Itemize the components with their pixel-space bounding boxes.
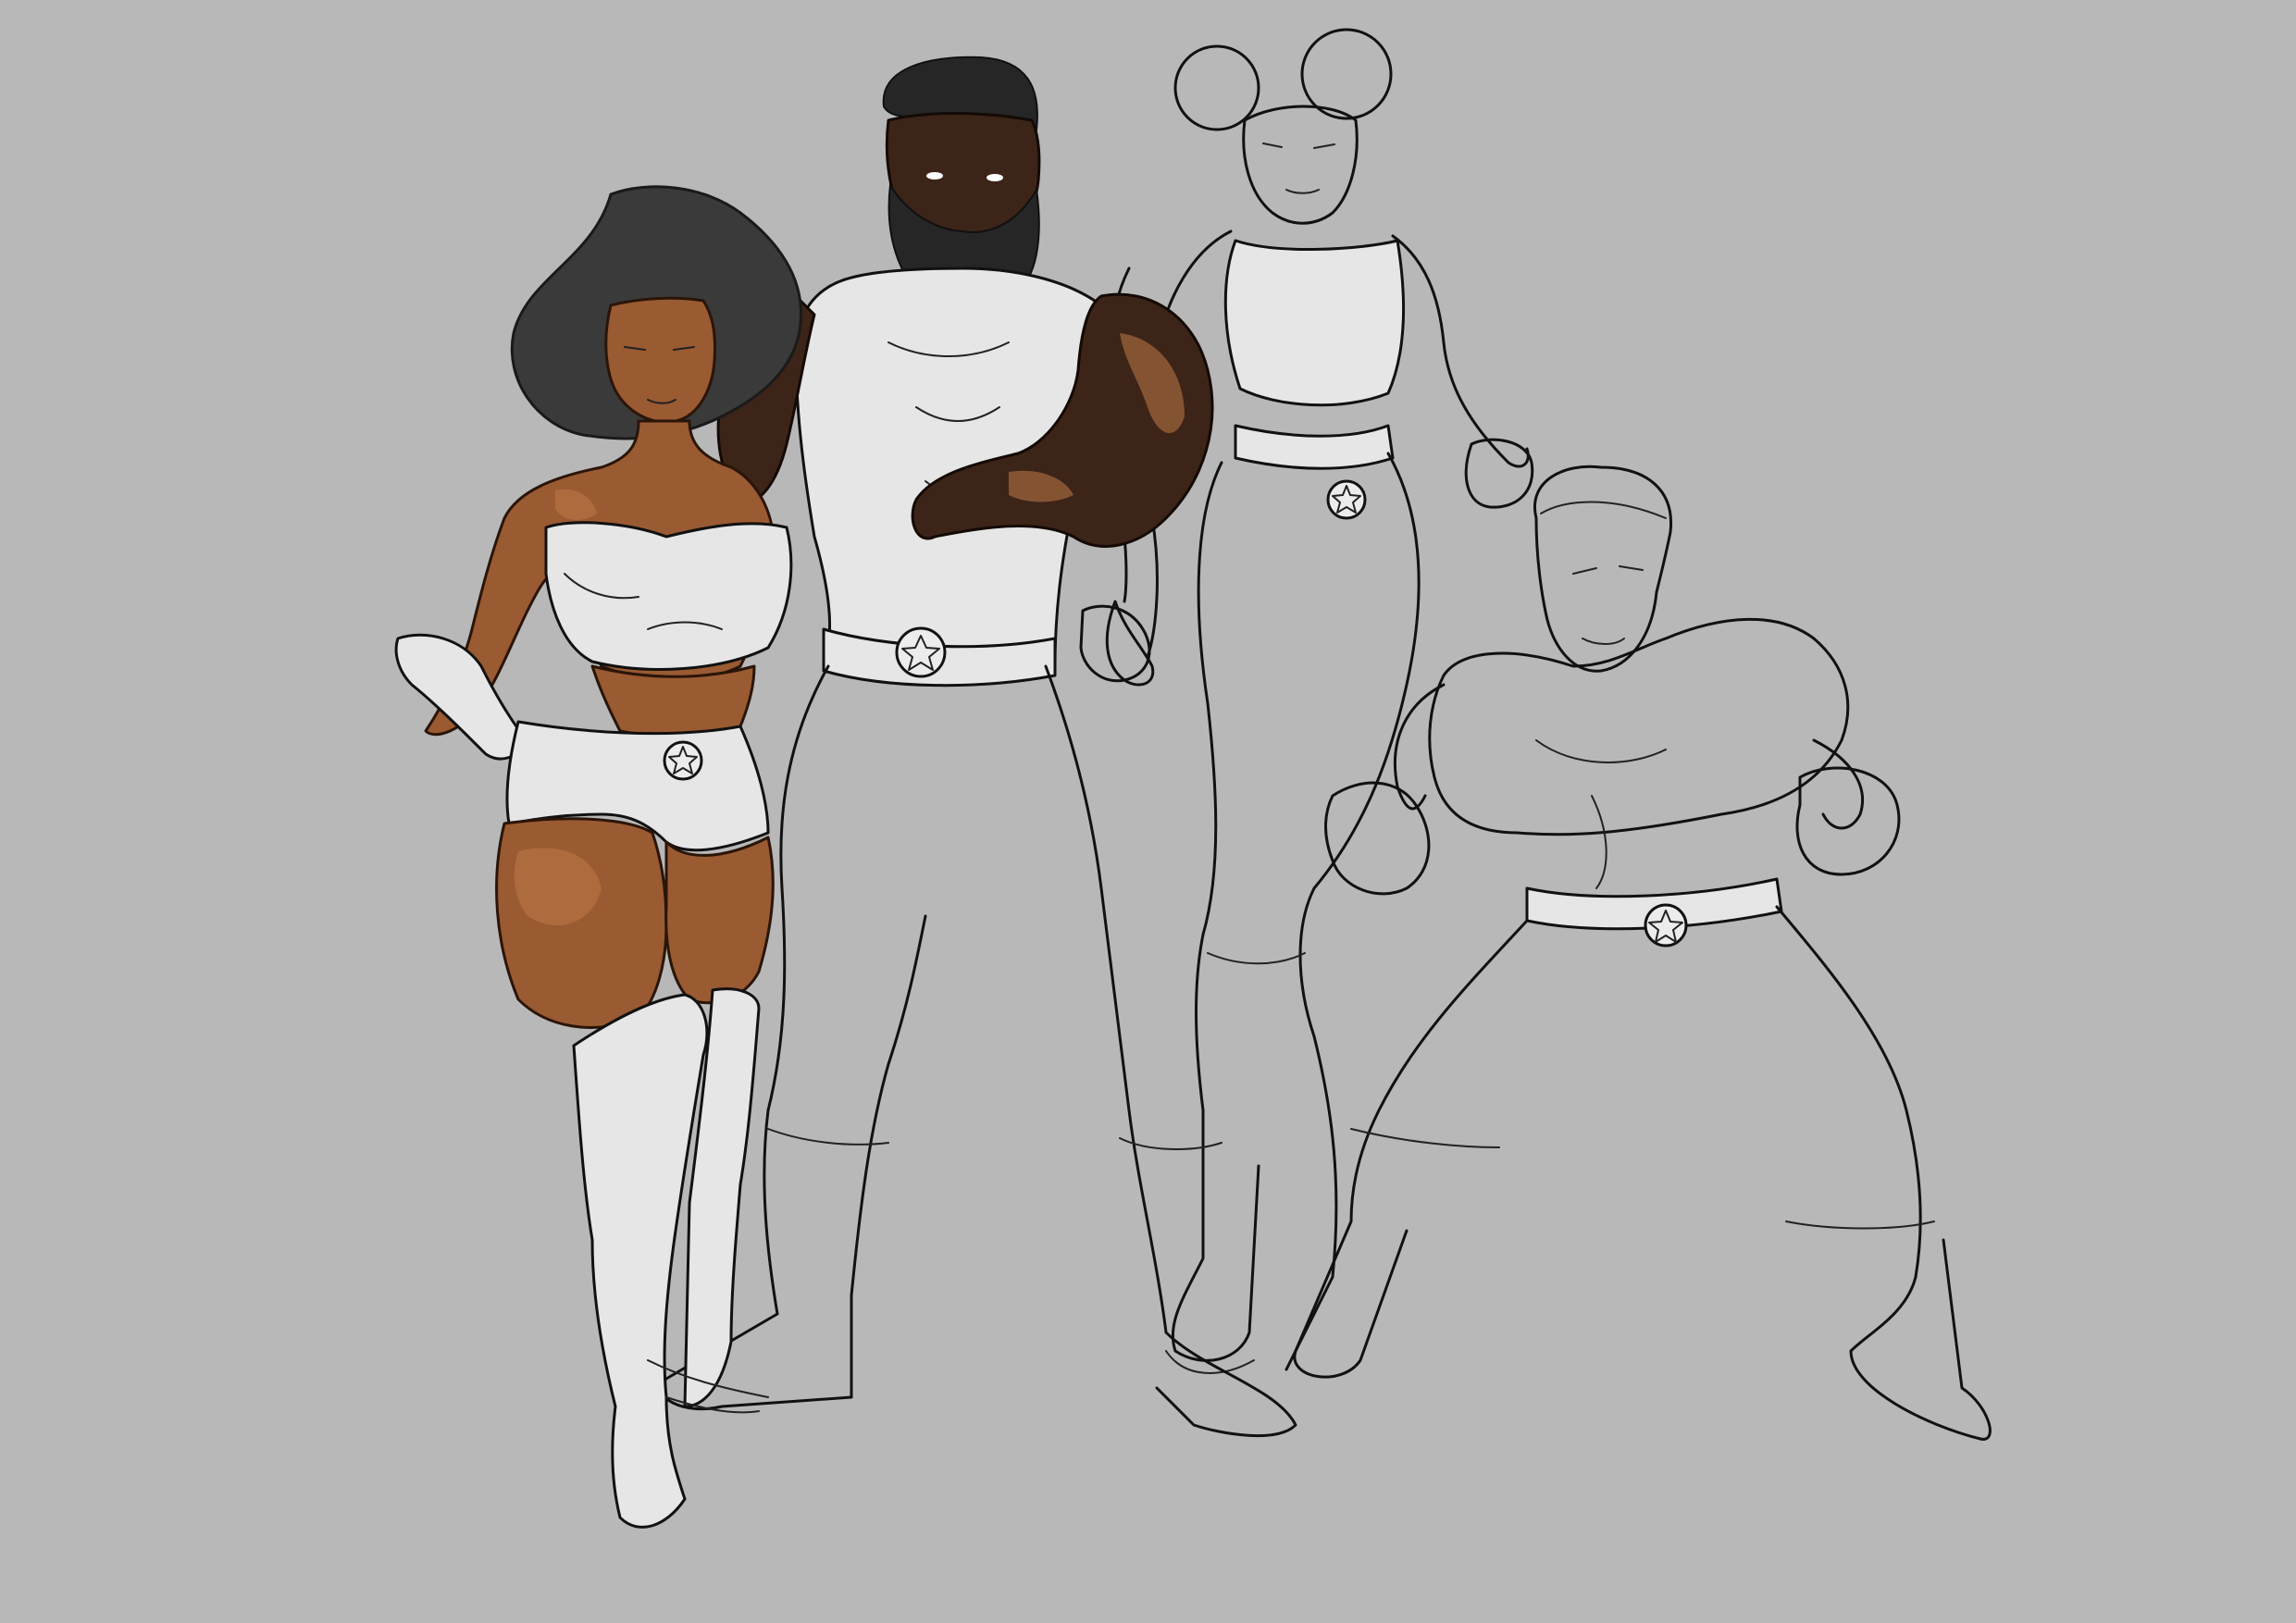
figure-woman-afro bbox=[394, 185, 803, 1529]
comic-illustration bbox=[394, 28, 1992, 1529]
figure-woman-puffs bbox=[1105, 28, 1534, 1374]
figure-young-man bbox=[1293, 465, 1992, 1441]
drawing-canvas bbox=[0, 0, 2296, 1623]
